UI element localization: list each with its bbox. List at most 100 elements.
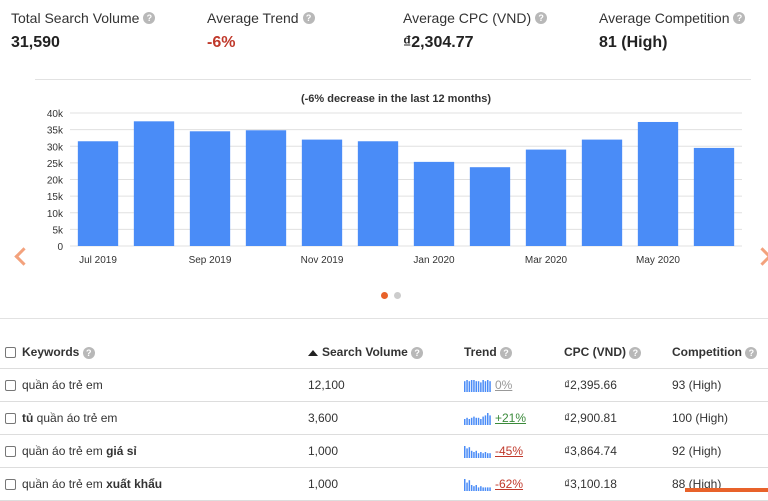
chart-bar: [693, 147, 735, 246]
y-tick-label: 0: [57, 242, 63, 253]
sparkline-bar: [487, 453, 489, 458]
sparkline-bar: [475, 417, 477, 425]
trend-cell: 0%: [464, 368, 564, 402]
sparkline-bar: [480, 486, 482, 491]
sparkline: [464, 478, 491, 491]
sparkline-bar: [482, 453, 484, 458]
metric-total-search-volume: Total Search Volume? 31,590: [11, 10, 156, 52]
keyword-cell[interactable]: quần áo trẻ em giá sỉ: [22, 434, 308, 468]
chart-bar: [133, 121, 175, 246]
row-checkbox[interactable]: [5, 446, 16, 458]
y-tick-label: 40k: [47, 109, 64, 120]
row-select-cell: [0, 401, 22, 435]
x-tick-label: Jan 2020: [413, 255, 455, 266]
sparkline-bar: [477, 487, 480, 491]
sparkline-bar: [480, 418, 482, 425]
help-icon[interactable]: ?: [745, 347, 758, 359]
help-icon[interactable]: ?: [302, 12, 315, 24]
table-row[interactable]: tủ quần áo trẻ em 3,600 +21% ₫2,900.81 100 (…: [0, 401, 768, 435]
row-checkbox[interactable]: [5, 479, 16, 491]
sparkline-bar: [470, 450, 473, 458]
sparkline-bar: [482, 416, 484, 425]
metric-value: 31,590: [11, 34, 60, 51]
sparkline: [464, 445, 491, 458]
cpc-cell: ₫2,395.66: [564, 368, 672, 402]
sparkline-bar: [477, 453, 480, 458]
column-search-volume[interactable]: Search Volume ?: [308, 336, 464, 369]
keyword-text: quần áo trẻ em: [22, 444, 103, 458]
table-row[interactable]: quần áo trẻ em xuất khẩu 1,000 -62% ₫3,100.…: [0, 467, 768, 501]
sparkline-bar: [468, 381, 471, 392]
x-tick-label: Jul 2019: [79, 255, 117, 266]
trend-percent[interactable]: 0%: [495, 378, 512, 392]
sparkline: [464, 379, 491, 392]
competition-cell: 92 (High): [672, 434, 768, 468]
y-tick-label: 15k: [47, 192, 64, 203]
help-icon[interactable]: ?: [535, 12, 548, 24]
metric-value: ₫2,304.77: [403, 34, 474, 51]
metric-label: Average CPC (VND): [403, 10, 532, 26]
y-tick-label: 10k: [47, 209, 64, 220]
keyword-cell[interactable]: tủ quần áo trẻ em: [22, 401, 308, 435]
select-all-checkbox[interactable]: [5, 347, 16, 359]
competition-cell: 93 (High): [672, 368, 768, 402]
sort-ascending-icon: [308, 349, 318, 356]
sparkline-bar: [466, 417, 468, 425]
metrics-bar: Total Search Volume? 31,590 Average Tren…: [0, 0, 768, 70]
chart-bar: [77, 141, 119, 246]
trend-percent[interactable]: -62%: [495, 477, 523, 491]
sparkline-bar: [484, 487, 487, 491]
header-label: Search Volume: [322, 345, 408, 359]
sparkline-bar: [468, 447, 471, 458]
keyword-cell[interactable]: quần áo trẻ em: [22, 368, 308, 402]
table-row[interactable]: quần áo trẻ em giá sỉ 1,000 -45% ₫3,864.74 9…: [0, 434, 768, 468]
column-keywords[interactable]: Keywords ?: [22, 336, 308, 369]
carousel-dot[interactable]: [394, 292, 401, 299]
competition-cell: 88 (High): [672, 467, 768, 501]
x-tick-label: Mar 2020: [525, 255, 568, 266]
row-select-cell: [0, 467, 22, 501]
sparkline-bar: [464, 478, 466, 491]
metric-average-competition: Average Competition? 81 (High): [599, 10, 746, 52]
sparkline-bar: [475, 450, 477, 458]
chart-bar: [301, 139, 343, 246]
help-icon[interactable]: ?: [411, 347, 424, 359]
sparkline-bar: [468, 418, 471, 425]
help-icon[interactable]: ?: [82, 347, 95, 359]
sparkline-bar: [489, 415, 491, 425]
carousel-dot-active[interactable]: [381, 292, 388, 299]
column-trend[interactable]: Trend ?: [464, 336, 564, 369]
cpc-cell: ₫2,900.81: [564, 401, 672, 435]
divider: [35, 79, 751, 80]
keywords-table: Keywords ? Search Volume ? Trend ? CPC (…: [0, 336, 768, 501]
search-volume-cell: 1,000: [308, 467, 464, 501]
sparkline-bar: [487, 412, 489, 425]
cpc-cell: ₫3,100.18: [564, 467, 672, 501]
search-volume-chart: (-6% decrease in the last 12 months) 0 5k 1…: [47, 93, 742, 266]
chart-bar: [581, 139, 623, 246]
help-icon[interactable]: ?: [500, 347, 513, 359]
y-tick-label: 35k: [47, 126, 64, 137]
competition-cell: 100 (High): [672, 401, 768, 435]
help-icon[interactable]: ?: [733, 12, 746, 24]
row-select-cell: [0, 368, 22, 402]
sparkline-bar: [470, 484, 473, 491]
column-cpc[interactable]: CPC (VND) ?: [564, 336, 672, 369]
row-checkbox[interactable]: [5, 413, 16, 425]
keyword-modifier: tủ: [22, 411, 34, 425]
trend-percent[interactable]: -45%: [495, 444, 523, 458]
keyword-cell[interactable]: quần áo trẻ em xuất khẩu: [22, 467, 308, 501]
search-volume-cell: 3,600: [308, 401, 464, 435]
trend-percent[interactable]: +21%: [495, 411, 526, 425]
help-icon[interactable]: ?: [629, 347, 642, 359]
help-icon[interactable]: ?: [143, 12, 156, 24]
row-checkbox[interactable]: [5, 380, 16, 392]
table-row[interactable]: quần áo trẻ em 12,100 0% ₫2,395.66 93 (High): [0, 368, 768, 402]
header-label: CPC (VND): [564, 345, 626, 359]
column-competition[interactable]: Competition ?: [672, 336, 768, 369]
metric-value: -6%: [207, 34, 236, 51]
chart-bar: [245, 130, 287, 246]
sparkline-bar: [477, 381, 480, 392]
sparkline-bar: [480, 382, 482, 392]
chart-title: (-6% decrease in the last 12 months): [301, 93, 491, 105]
